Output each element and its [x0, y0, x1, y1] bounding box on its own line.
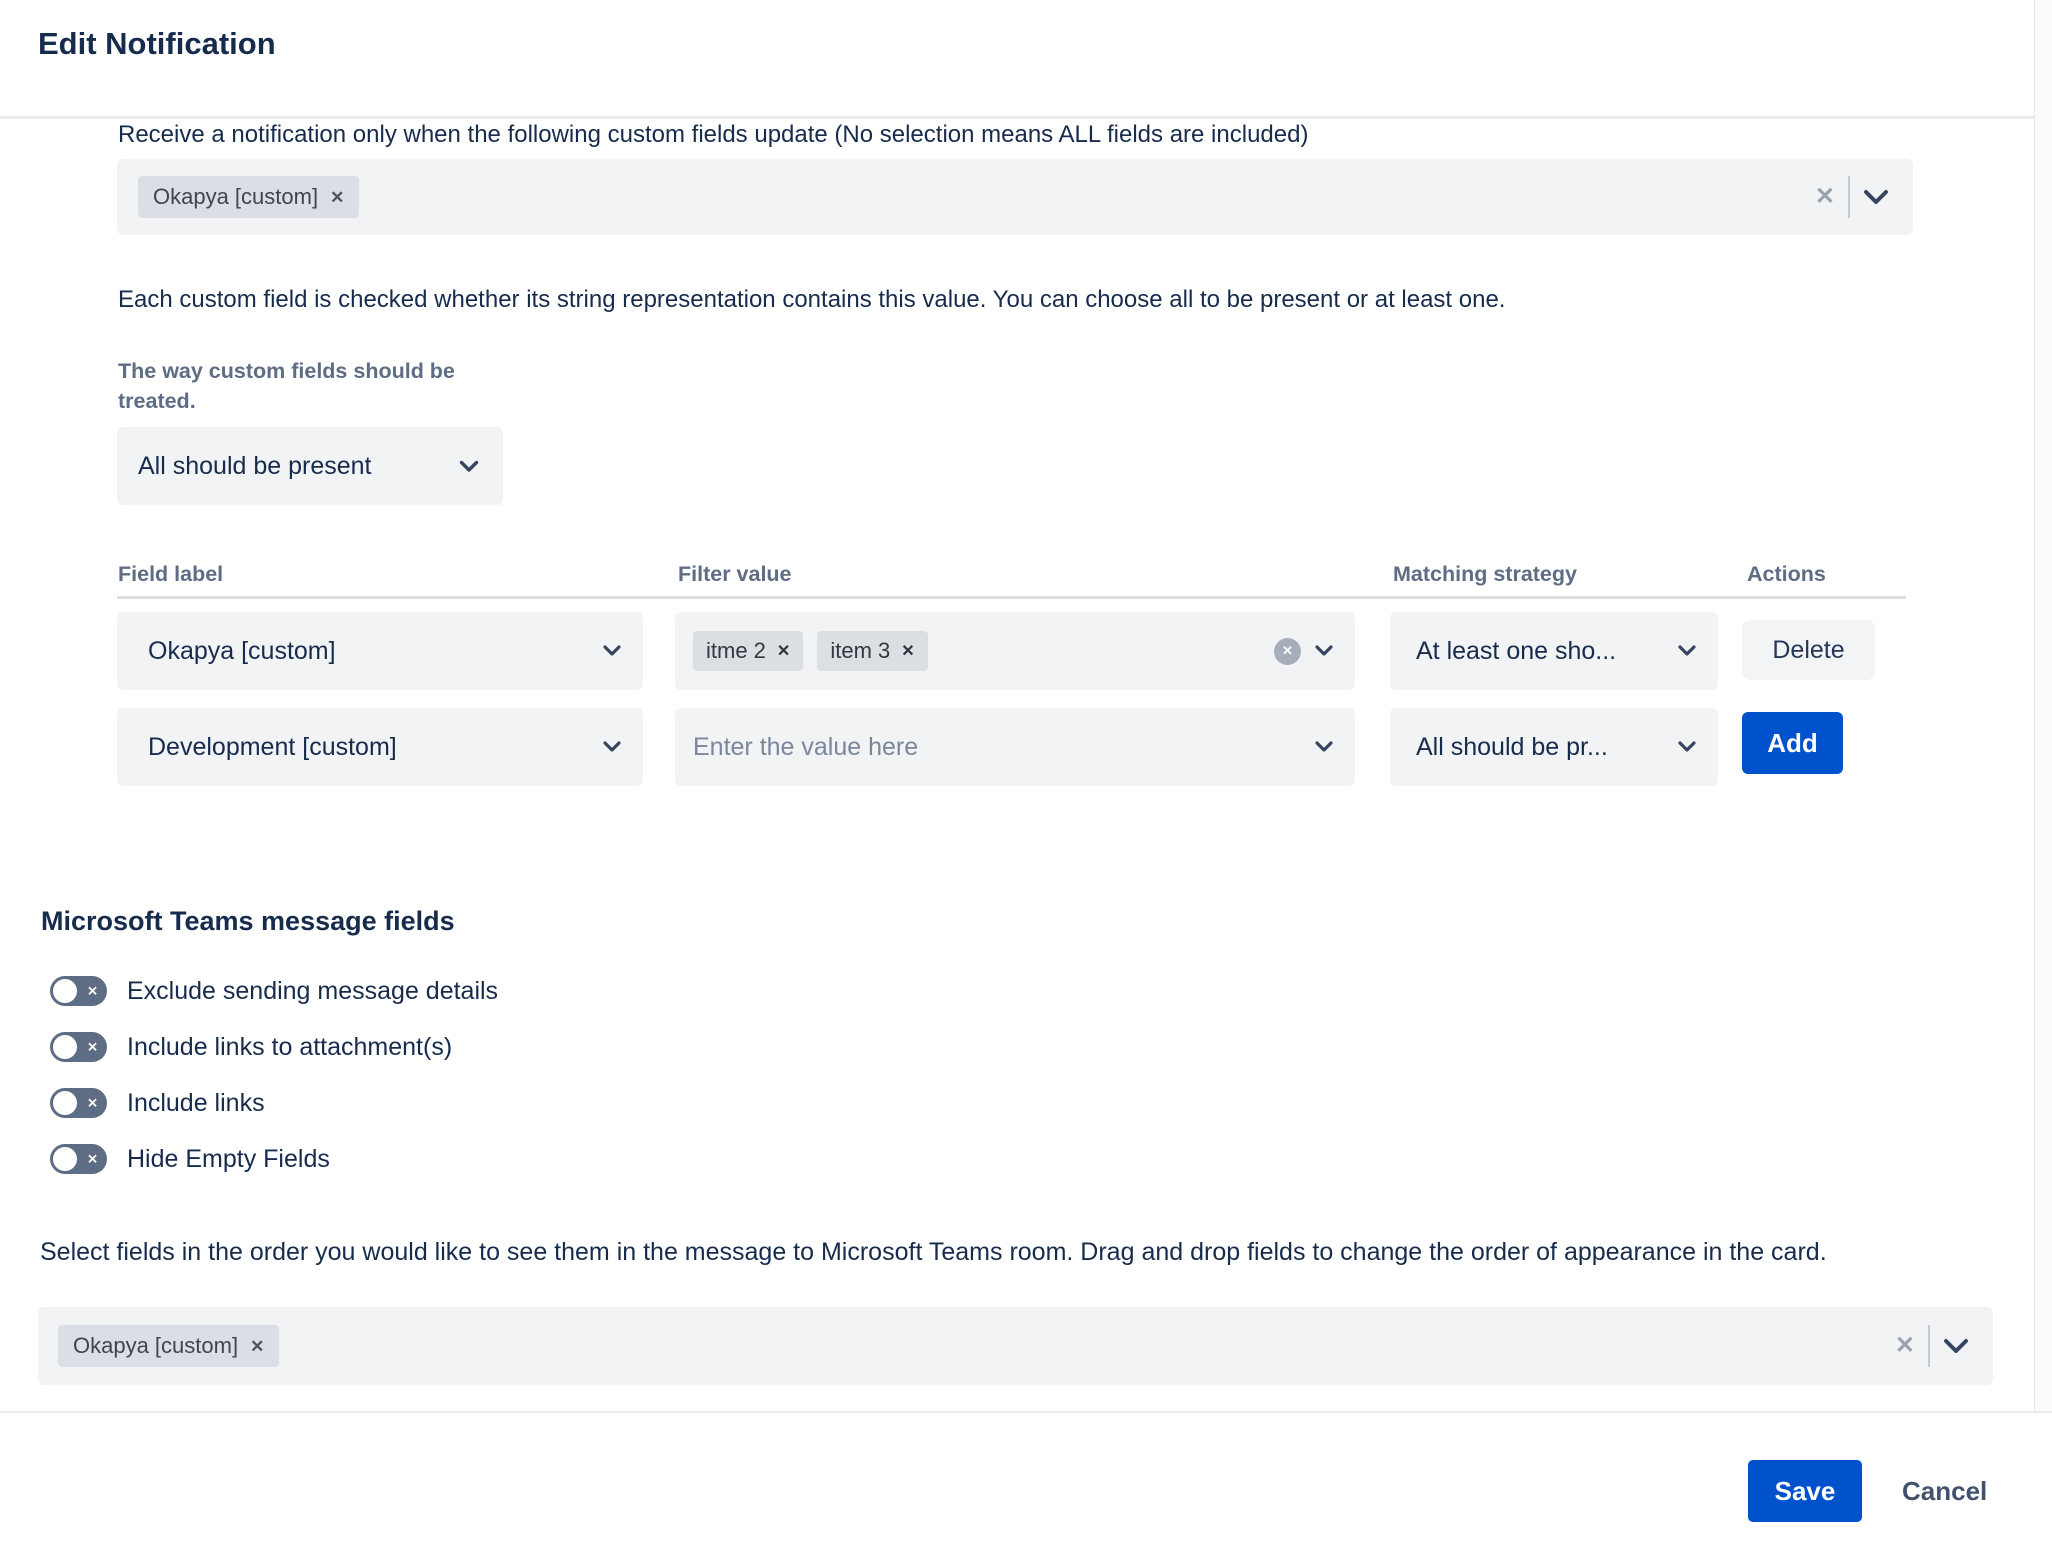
- column-header-filter-value: Filter value: [678, 562, 792, 587]
- chevron-down-icon: [1678, 645, 1696, 657]
- field-label-value: Development [custom]: [148, 733, 397, 762]
- column-header-actions: Actions: [1747, 562, 1826, 587]
- chevron-down-icon: [459, 460, 479, 473]
- chevron-down-icon: [603, 645, 621, 657]
- order-fields-multiselect[interactable]: Okapya [custom] ✕ ✕: [38, 1307, 1993, 1385]
- scrollbar-track[interactable]: [2034, 0, 2052, 1411]
- toggle-row-attachment-links: ✕ Include links to attachment(s): [50, 1032, 452, 1062]
- clear-selection-icon[interactable]: ✕: [1815, 185, 1835, 209]
- selected-field-tag: Okapya [custom] ✕: [138, 176, 359, 218]
- toggle-switch[interactable]: ✕: [50, 1032, 107, 1062]
- toggle-switch[interactable]: ✕: [50, 976, 107, 1006]
- chevron-down-icon[interactable]: [1863, 189, 1889, 206]
- matching-strategy-value: All should be pr...: [1416, 733, 1608, 762]
- matching-strategy-select[interactable]: All should be pr...: [1390, 708, 1718, 786]
- toggle-switch[interactable]: ✕: [50, 1088, 107, 1118]
- field-label-select[interactable]: Okapya [custom]: [117, 612, 643, 690]
- tag-remove-icon[interactable]: ✕: [250, 1338, 264, 1355]
- tag-label: itme 2: [706, 638, 766, 664]
- select-divider: [1848, 176, 1850, 218]
- toggle-knob: [53, 979, 77, 1003]
- header-divider: [0, 116, 2052, 119]
- custom-fields-description: Receive a notification only when the fol…: [118, 121, 1308, 149]
- toggle-label: Hide Empty Fields: [127, 1145, 330, 1174]
- toggle-off-icon: ✕: [87, 1097, 98, 1110]
- chevron-down-icon: [1315, 741, 1333, 753]
- filter-value-input[interactable]: Enter the value here: [675, 708, 1355, 786]
- filter-value-placeholder: Enter the value here: [693, 733, 918, 762]
- treatment-value: All should be present: [138, 452, 371, 481]
- tag-label: item 3: [830, 638, 890, 664]
- treatment-dropdown[interactable]: All should be present: [117, 427, 503, 505]
- chevron-down-icon: [1678, 741, 1696, 753]
- toggle-label: Exclude sending message details: [127, 977, 498, 1006]
- toggle-row-include-links: ✕ Include links: [50, 1088, 265, 1118]
- clear-all-icon[interactable]: ✕: [1274, 638, 1301, 665]
- page-title: Edit Notification: [38, 26, 276, 62]
- selected-field-tag: Okapya [custom] ✕: [58, 1325, 279, 1367]
- cancel-button[interactable]: Cancel: [1902, 1460, 1987, 1522]
- toggle-label: Include links to attachment(s): [127, 1033, 452, 1062]
- column-header-matching-strategy: Matching strategy: [1393, 562, 1577, 587]
- filter-value-select[interactable]: itme 2 ✕ item 3 ✕ ✕: [675, 612, 1355, 690]
- toggle-off-icon: ✕: [87, 1041, 98, 1054]
- select-divider: [1928, 1325, 1930, 1367]
- toggle-switch[interactable]: ✕: [50, 1144, 107, 1174]
- column-header-field-label: Field label: [118, 562, 223, 587]
- footer-divider: [0, 1411, 2052, 1413]
- tag-label: Okapya [custom]: [73, 1333, 238, 1359]
- custom-fields-hint: Each custom field is checked whether its…: [118, 286, 1505, 314]
- toggle-knob: [53, 1147, 77, 1171]
- toggle-knob: [53, 1091, 77, 1115]
- teams-section-heading: Microsoft Teams message fields: [41, 906, 455, 937]
- save-button[interactable]: Save: [1748, 1460, 1862, 1522]
- toggle-row-exclude-details: ✕ Exclude sending message details: [50, 976, 498, 1006]
- treatment-label: The way custom fields should be treated.: [118, 356, 458, 416]
- toggle-label: Include links: [127, 1089, 265, 1118]
- table-header-underline: [117, 596, 1906, 599]
- custom-fields-multiselect[interactable]: Okapya [custom] ✕ ✕: [117, 159, 1913, 235]
- chevron-down-icon[interactable]: [1943, 1338, 1969, 1355]
- clear-selection-icon[interactable]: ✕: [1895, 1334, 1915, 1358]
- order-description: Select fields in the order you would lik…: [40, 1234, 1970, 1271]
- filter-tag: item 3 ✕: [817, 631, 927, 671]
- toggle-knob: [53, 1035, 77, 1059]
- field-label-select[interactable]: Development [custom]: [117, 708, 643, 786]
- matching-strategy-select[interactable]: At least one sho...: [1390, 612, 1718, 690]
- add-row-button[interactable]: Add: [1742, 712, 1843, 774]
- chevron-down-icon: [1315, 645, 1333, 657]
- chevron-down-icon: [603, 741, 621, 753]
- field-label-value: Okapya [custom]: [148, 637, 336, 666]
- tag-remove-icon[interactable]: ✕: [330, 189, 344, 206]
- toggle-off-icon: ✕: [87, 1153, 98, 1166]
- filter-tag: itme 2 ✕: [693, 631, 803, 671]
- tag-remove-icon[interactable]: ✕: [901, 641, 914, 661]
- delete-row-button[interactable]: Delete: [1742, 620, 1875, 680]
- tag-remove-icon[interactable]: ✕: [777, 641, 790, 661]
- matching-strategy-value: At least one sho...: [1416, 637, 1616, 666]
- toggle-off-icon: ✕: [87, 985, 98, 998]
- toggle-row-hide-empty-fields: ✕ Hide Empty Fields: [50, 1144, 330, 1174]
- tag-label: Okapya [custom]: [153, 184, 318, 210]
